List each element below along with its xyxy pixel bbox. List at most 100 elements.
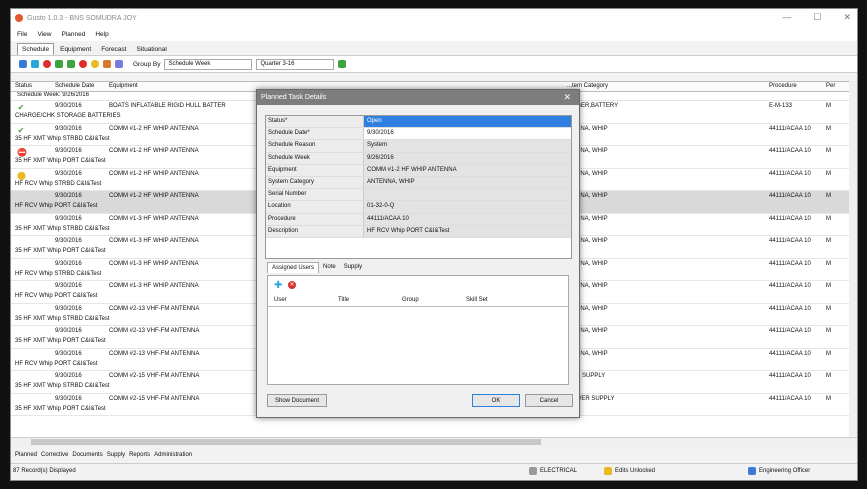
add-user-icon[interactable]: ✚	[274, 281, 282, 291]
property-value	[364, 189, 571, 201]
tab-supply[interactable]: Supply	[340, 262, 366, 273]
complete-icon[interactable]	[67, 60, 75, 68]
error-icon[interactable]	[79, 60, 87, 68]
bottom-tab-reports[interactable]: Reports	[129, 452, 150, 458]
cell-date: 9/30/2016	[55, 238, 82, 244]
menu-file[interactable]: File	[17, 31, 27, 38]
cell-per: M	[826, 148, 831, 154]
cell-description: HF RCV Whip PORT C&I&Test	[15, 293, 98, 299]
bottom-tab-administration[interactable]: Administration	[154, 452, 192, 458]
show-document-button[interactable]: Show Document	[267, 394, 327, 407]
property-label: Procedure	[266, 213, 364, 225]
cell-per: M	[826, 215, 831, 222]
assigned-users-panel: ✚ ✕ User Title Group Skill Set	[267, 275, 569, 385]
menu-bar: File View Planned Help	[11, 27, 857, 41]
status-bar: 87 Record(s) Displayed ELECTRICAL Edits …	[11, 463, 857, 478]
col-group[interactable]: Group	[402, 297, 419, 303]
col-procedure[interactable]: Procedure	[769, 83, 797, 89]
bottom-tab-planned[interactable]: Planned	[15, 452, 37, 458]
cell-description: 35 HF XMT Whip PORT C&I&Test	[15, 158, 106, 164]
col-skill-set[interactable]: Skill Set	[466, 297, 488, 303]
remove-user-icon[interactable]: ✕	[288, 281, 296, 289]
cell-equipment: COMM #1-3 HF WHIP ANTENNA	[109, 260, 199, 267]
cell-equipment: COMM #1-3 HF WHIP ANTENNA	[109, 215, 199, 222]
add-icon[interactable]	[31, 60, 39, 68]
cell-equipment: COMM #1-3 HF WHIP ANTENNA	[109, 238, 199, 244]
check-icon[interactable]	[55, 60, 63, 68]
property-label: Schedule Reason	[266, 140, 364, 152]
horizontal-scrollbar[interactable]	[11, 437, 857, 447]
menu-help[interactable]: Help	[95, 31, 108, 38]
cell-date: 9/30/2016	[55, 395, 82, 402]
quarter-select[interactable]: Quarter 3-16	[256, 58, 335, 70]
col-schedule-date[interactable]: Schedule Date	[55, 83, 94, 89]
cell-description: 35 HF XMT Whip PORT C&I&Test	[15, 338, 106, 344]
property-label: Location	[266, 201, 364, 213]
group-by-select[interactable]: Schedule Week	[164, 58, 253, 70]
vertical-scrollbar[interactable]	[849, 81, 857, 437]
warning-icon[interactable]	[91, 60, 99, 68]
calendar-icon[interactable]	[115, 60, 123, 68]
cell-procedure: 44111/ACAA 10	[769, 373, 811, 379]
tab-equipment[interactable]: Equipment	[56, 44, 95, 55]
property-value[interactable]: 9/30/2016	[364, 128, 571, 140]
cell-date: 9/30/2016	[55, 103, 82, 109]
property-value[interactable]: Open	[364, 116, 571, 128]
tools-icon[interactable]	[103, 60, 111, 68]
col-title[interactable]: Title	[338, 297, 349, 303]
minimize-button[interactable]: —	[782, 12, 791, 23]
ok-button[interactable]: OK	[472, 394, 520, 407]
cell-description: 35 HF XMT Whip PORT C&I&Test	[15, 248, 106, 254]
bottom-tab-documents[interactable]: Documents	[72, 452, 102, 458]
property-value: COMM #1-2 HF WHIP ANTENNA	[364, 164, 571, 176]
col-per[interactable]: Per	[826, 83, 835, 89]
property-row: Status* Open	[266, 116, 571, 129]
cell-equipment: COMM #1-2 HF WHIP ANTENNA	[109, 193, 199, 199]
property-value: 44111/ACAA 10	[364, 213, 571, 225]
view-tabs: Schedule Equipment Forecast Situational	[11, 41, 857, 55]
tab-assigned-users[interactable]: Assigned Users	[267, 262, 320, 273]
cell-date: 9/30/2016	[55, 170, 82, 177]
dialog-close-icon[interactable]: ✕	[563, 92, 571, 103]
col-equipment[interactable]: Equipment	[109, 83, 138, 89]
export-icon[interactable]	[338, 60, 347, 68]
dept-indicator: ELECTRICAL	[529, 467, 577, 475]
tab-forecast[interactable]: Forecast	[97, 44, 130, 55]
cell-procedure: 44111/ACAA 10	[769, 283, 811, 289]
cell-equipment: COMM #1-3 HF WHIP ANTENNA	[109, 283, 199, 289]
scroll-thumb[interactable]	[31, 439, 541, 445]
cancel-button[interactable]: Cancel	[525, 394, 573, 407]
cell-procedure: 44111/ACAA 10	[769, 395, 811, 402]
new-task-icon[interactable]	[19, 60, 27, 68]
tab-situational[interactable]: Situational	[132, 44, 170, 55]
close-button[interactable]: ✕	[843, 12, 851, 23]
menu-planned[interactable]: Planned	[61, 31, 85, 38]
property-row: Schedule Week 9/26/2016	[266, 152, 571, 165]
property-value: ANTENNA, WHIP	[364, 176, 571, 189]
group-by-label: Group By	[133, 60, 161, 68]
property-row: Schedule Reason System	[266, 140, 571, 153]
cell-procedure: 44111/ACAA 10	[769, 215, 811, 222]
col-status[interactable]: Status	[15, 83, 32, 89]
cell-per: M	[826, 170, 831, 177]
delete-icon[interactable]	[43, 60, 51, 68]
title-bar: Gusto 1.0.3 - BNS SOMUDRA JOY — ☐ ✕	[11, 9, 857, 27]
col-user[interactable]: User	[274, 297, 287, 303]
cell-procedure: E-M-133	[769, 103, 793, 109]
property-label: Schedule Week	[266, 152, 364, 164]
cell-equipment: COMM #1-2 HF WHIP ANTENNA	[109, 148, 199, 154]
tab-schedule[interactable]: Schedule	[17, 43, 55, 55]
property-value: System	[364, 140, 571, 152]
tab-note[interactable]: Note	[319, 262, 340, 273]
property-label: Serial Number	[266, 189, 364, 201]
cell-date: 9/30/2016	[55, 305, 82, 312]
cell-date: 9/30/2016	[55, 373, 82, 379]
cell-description: 35 HF XMT Whip STRBD C&I&Test	[15, 225, 110, 232]
bottom-tab-supply[interactable]: Supply	[107, 452, 125, 458]
cell-date: 9/30/2016	[55, 125, 82, 132]
menu-view[interactable]: View	[37, 31, 51, 38]
error-icon: ⛔	[17, 148, 27, 157]
maximize-button[interactable]: ☐	[813, 12, 821, 23]
bottom-tab-corrective[interactable]: Corrective	[41, 452, 68, 458]
cell-equipment: COMM #2-13 VHF-FM ANTENNA	[109, 328, 200, 334]
